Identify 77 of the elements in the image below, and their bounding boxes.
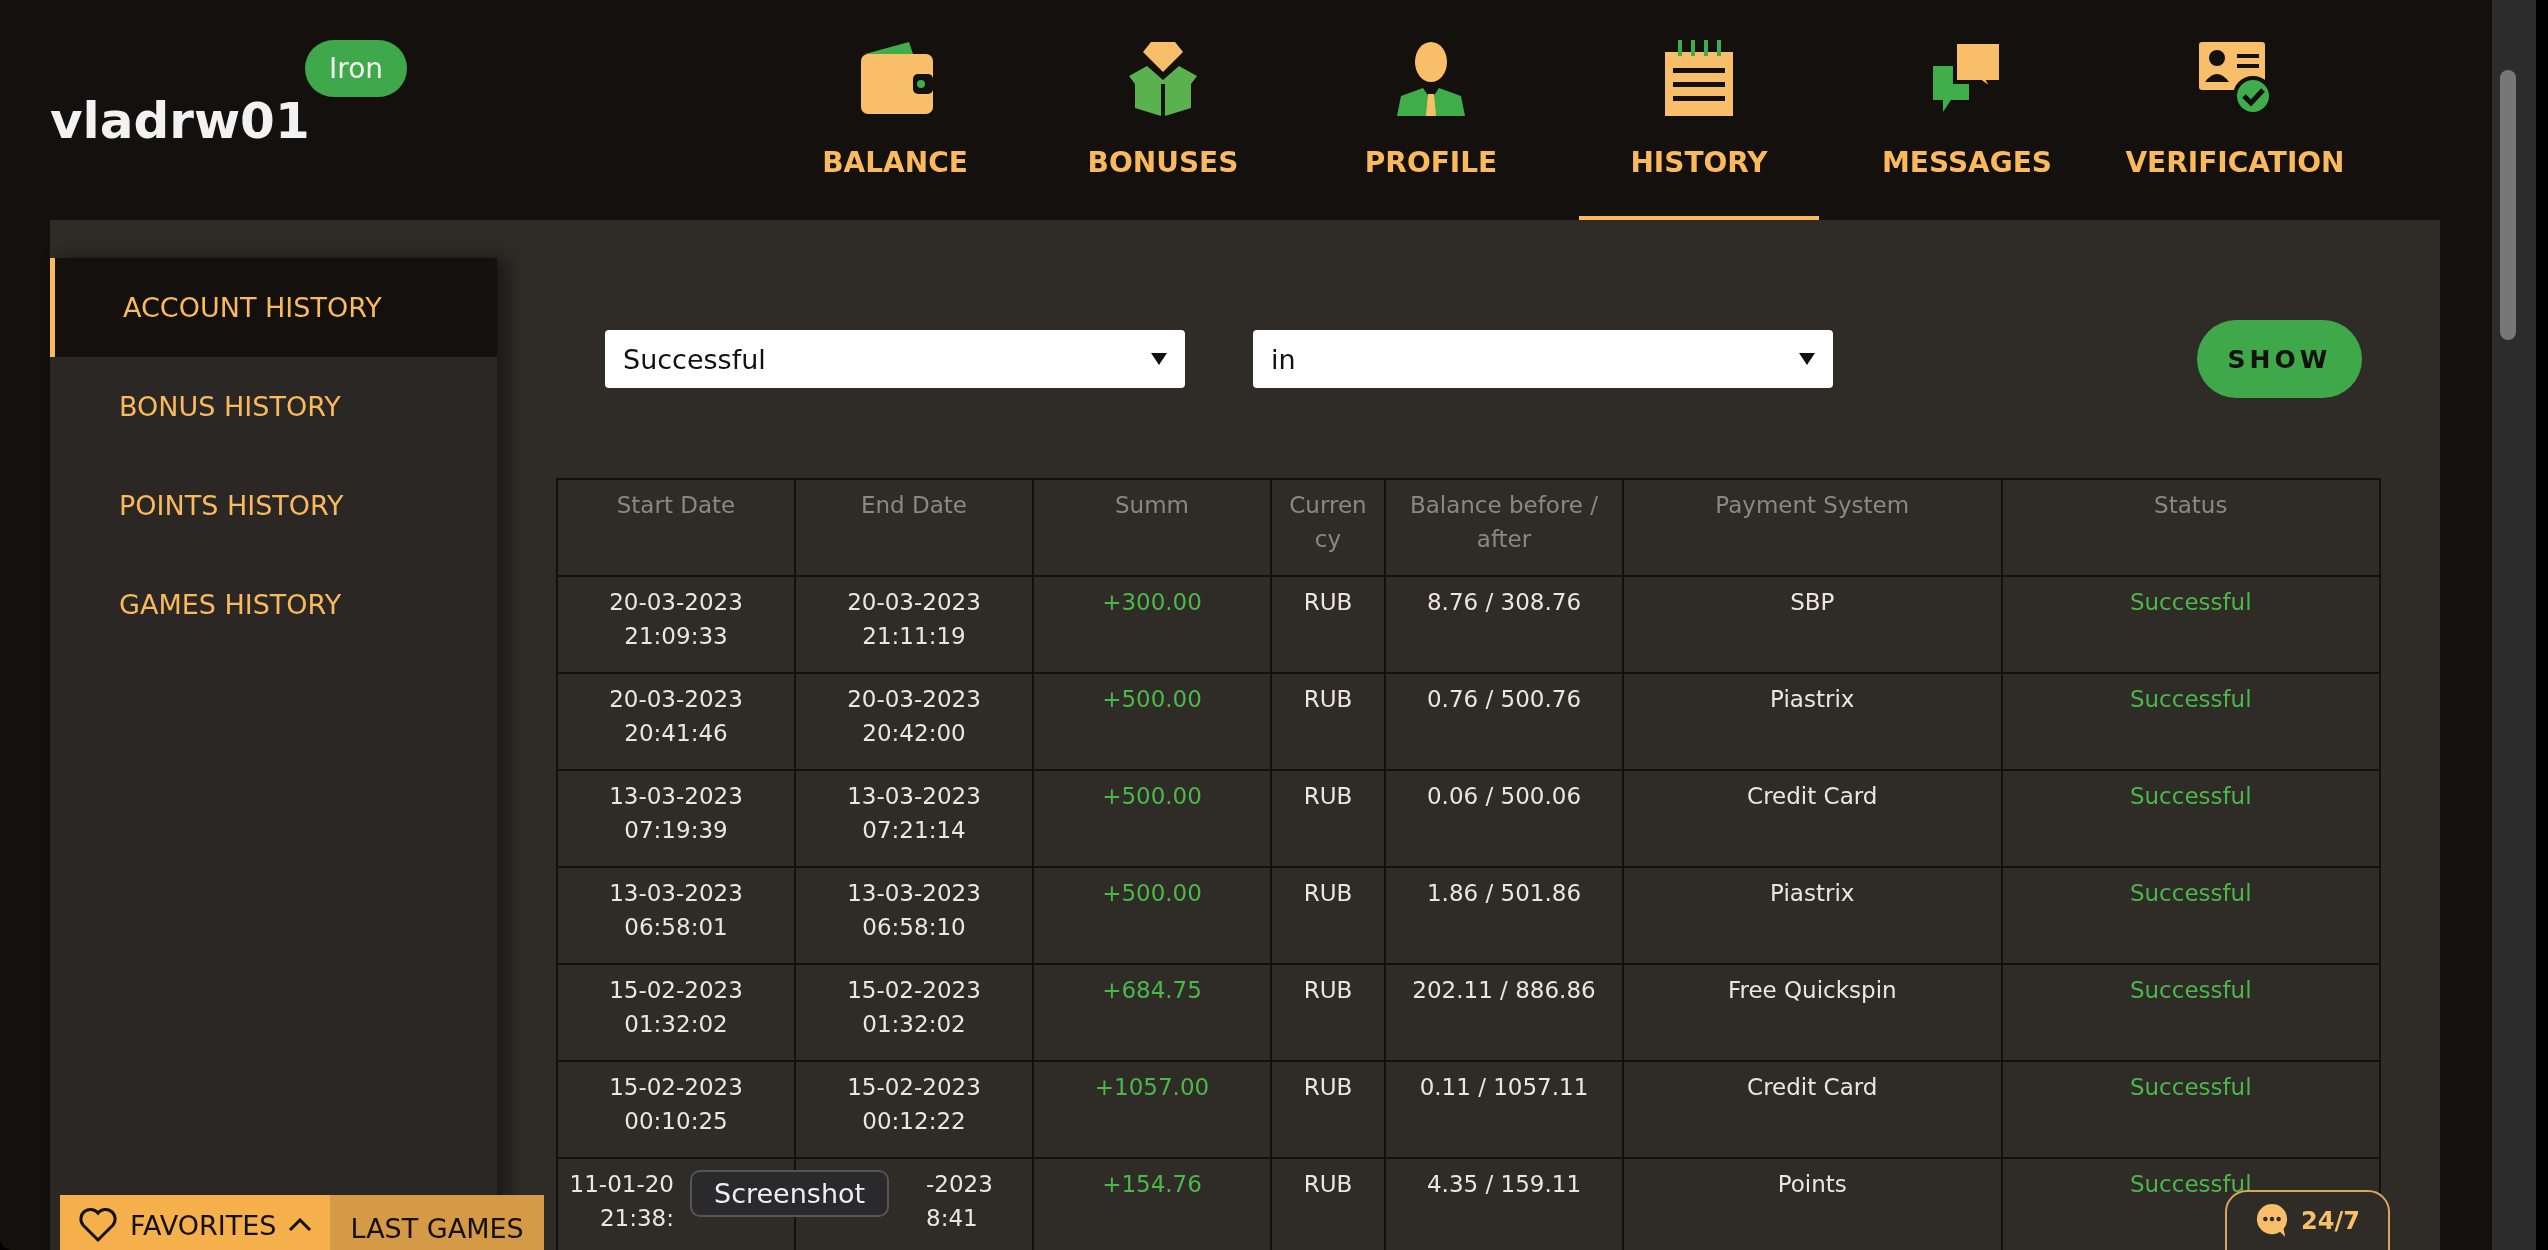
chat-bubble-icon [2255, 1202, 2290, 1239]
table-cell: 15-02-2023 00:12:22 [847, 1074, 981, 1134]
column-header: End Date [795, 479, 1033, 576]
table-cell: 1.86 / 501.86 [1426, 880, 1582, 906]
caret-up-icon [288, 1218, 313, 1232]
table-cell: Points [1777, 1171, 1847, 1197]
column-header: Payment System [1623, 479, 2002, 576]
table-cell: RUB [1303, 1074, 1353, 1100]
table-cell: Successful [2129, 1074, 2252, 1100]
sidebar-item[interactable]: BONUS HISTORY [50, 357, 497, 456]
nav-tab[interactable]: PROFILE [1311, 0, 1551, 220]
caret-down-icon [1151, 353, 1167, 365]
table-cell: Successful [2129, 977, 2252, 1003]
table-cell: RUB [1303, 686, 1353, 712]
table-cell: Credit Card [1747, 1074, 1878, 1100]
show-button[interactable]: SHOW [2197, 320, 2362, 398]
table-cell: +500.00 [1102, 686, 1202, 712]
table-cell: 0.11 / 1057.11 [1419, 1074, 1589, 1100]
table-cell: +300.00 [1102, 589, 1202, 615]
table-cell: -2023 8:41 [926, 1171, 993, 1231]
scrollbar-thumb[interactable] [2500, 70, 2516, 340]
table-cell: Piastrix [1770, 686, 1855, 712]
table-cell: RUB [1303, 589, 1353, 615]
table-cell: +1057.00 [1094, 1074, 1210, 1100]
sidebar-item[interactable]: GAMES HISTORY [50, 555, 497, 654]
table-cell: Successful [2129, 589, 2252, 615]
table-cell: 15-02-2023 01:32:02 [609, 977, 743, 1037]
table-cell: 20-03-2023 20:41:46 [609, 686, 743, 746]
table-cell: 13-03-2023 06:58:01 [609, 880, 743, 940]
table-cell: 8.76 / 308.76 [1426, 589, 1582, 615]
column-header: Balance before / after [1385, 479, 1623, 576]
table-cell: 20-03-2023 21:09:33 [609, 589, 743, 649]
table-cell: +684.75 [1102, 977, 1202, 1003]
table-cell: Successful [2129, 686, 2252, 712]
direction-select[interactable]: in [1253, 330, 1833, 388]
last-games-button[interactable]: LAST GAMES [330, 1195, 544, 1250]
table-cell: +154.76 [1102, 1171, 1202, 1197]
status-select[interactable]: Successful [605, 330, 1185, 388]
table-cell: 13-03-2023 07:19:39 [609, 783, 743, 843]
tooltip: Screenshot [690, 1170, 890, 1217]
table-cell: 13-03-2023 07:21:14 [847, 783, 981, 843]
table-cell: RUB [1303, 880, 1353, 906]
nav-tab[interactable]: VERIFICATION [2115, 0, 2355, 220]
caret-down-icon [1799, 353, 1815, 365]
table-cell: SBP [1790, 589, 1835, 615]
sidebar-item[interactable]: POINTS HISTORY [50, 456, 497, 555]
table-cell: 13-03-2023 06:58:10 [847, 880, 981, 940]
table-cell: Successful [2129, 880, 2252, 906]
table-cell: Credit Card [1747, 783, 1878, 809]
nav-tab[interactable]: BONUSES [1043, 0, 1283, 220]
table-cell: +500.00 [1102, 880, 1202, 906]
sidebar-item[interactable]: ACCOUNT HISTORY [50, 258, 497, 357]
table-cell: Successful [2129, 783, 2252, 809]
column-header: Status [2001, 479, 2380, 576]
table-cell: RUB [1303, 783, 1353, 809]
column-header: Summ [1033, 479, 1271, 576]
favorites-button[interactable]: FAVORITES [60, 1195, 331, 1250]
table-cell: 15-02-2023 00:10:25 [609, 1074, 743, 1134]
column-header: Start Date [557, 479, 795, 576]
table-cell: 0.06 / 500.06 [1426, 783, 1582, 809]
nav-tab[interactable]: BALANCE [775, 0, 1015, 220]
table-cell: 202.11 / 886.86 [1412, 977, 1596, 1003]
column-header: Curren cy [1271, 479, 1385, 576]
level-badge: Iron [305, 40, 408, 97]
table-cell: +500.00 [1102, 783, 1202, 809]
table-cell: 4.35 / 159.11 [1426, 1171, 1582, 1197]
table-cell: 11-01-20 21:38: [569, 1171, 674, 1231]
table-cell: 15-02-2023 01:32:02 [847, 977, 981, 1037]
table-cell: RUB [1303, 977, 1353, 1003]
table-cell: 0.76 / 500.76 [1426, 686, 1582, 712]
table-cell: Free Quickspin [1727, 977, 1897, 1003]
heart-icon [78, 1207, 118, 1243]
table-cell: 20-03-2023 20:42:00 [847, 686, 981, 746]
table-cell: 20-03-2023 21:11:19 [847, 589, 981, 649]
table-cell: RUB [1303, 1171, 1353, 1197]
table-cell: Piastrix [1770, 880, 1855, 906]
nav-tab[interactable]: MESSAGES [1847, 0, 2087, 220]
